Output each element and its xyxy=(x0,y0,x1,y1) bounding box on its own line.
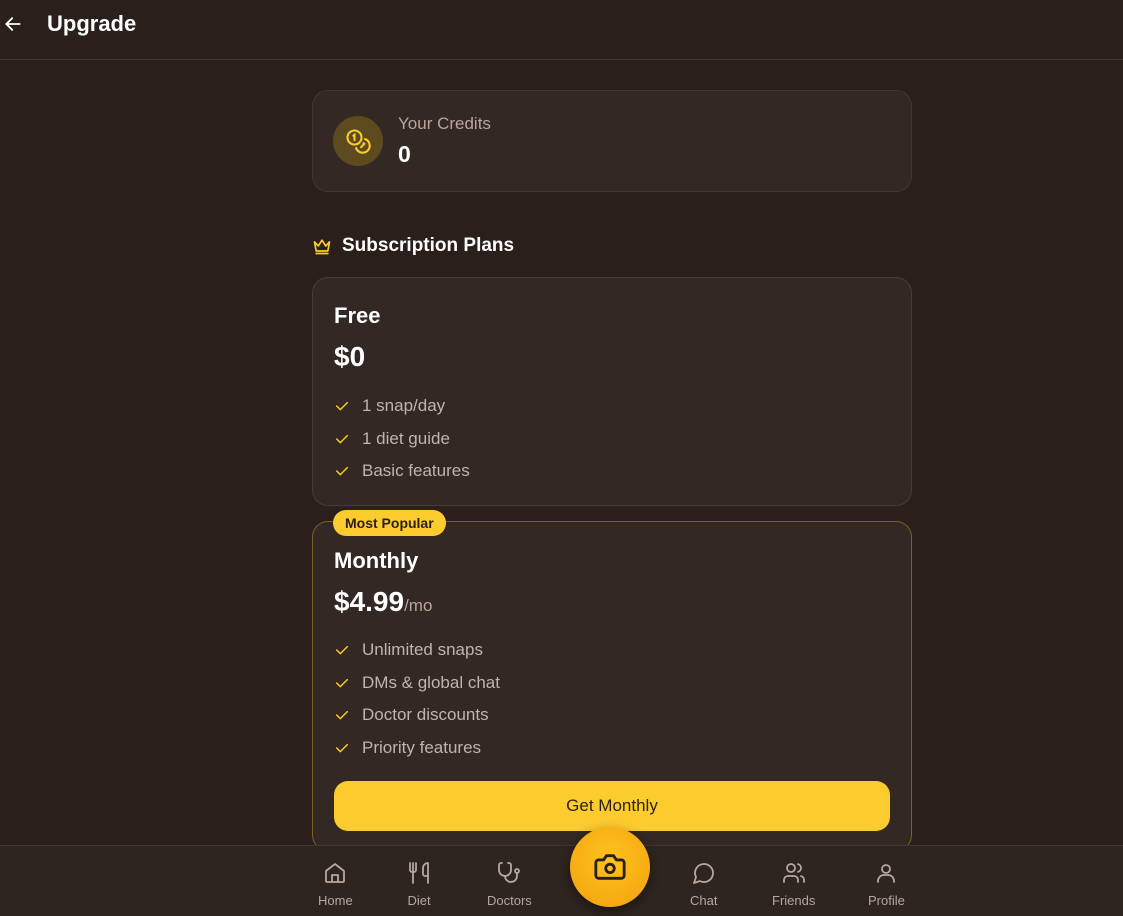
home-icon xyxy=(325,863,346,883)
feature-list: Unlimited snaps DMs & global chat Doctor… xyxy=(334,634,500,764)
plan-name: Monthly xyxy=(334,548,419,573)
crown-icon xyxy=(313,239,331,255)
check-icon xyxy=(334,707,362,723)
section-title: Subscription Plans xyxy=(342,235,515,256)
credits-value: 0 xyxy=(398,141,411,167)
list-item: 1 snap/day xyxy=(334,390,470,423)
nav-label: Home xyxy=(318,893,353,908)
list-item: 1 diet guide xyxy=(334,423,470,456)
coins-icon xyxy=(333,116,383,166)
feature-text: DMs & global chat xyxy=(362,672,500,692)
feature-text: 1 diet guide xyxy=(362,428,450,448)
list-item: DMs & global chat xyxy=(334,667,500,700)
check-icon xyxy=(334,740,362,756)
price-amount: $4.99 xyxy=(334,586,405,617)
nav-item-friends[interactable]: Friends xyxy=(772,861,815,908)
price-period: /mo xyxy=(404,596,433,615)
nav-item-chat[interactable]: Chat xyxy=(690,861,717,908)
plan-card-free: Free $0 1 snap/day 1 diet guide Basic fe… xyxy=(312,277,912,506)
price-amount: $0 xyxy=(334,341,366,372)
feature-list: 1 snap/day 1 diet guide Basic features xyxy=(334,390,470,488)
plan-price: $4.99/mo xyxy=(334,586,432,618)
plan-price: $0 xyxy=(334,341,365,373)
list-item: Unlimited snaps xyxy=(334,634,500,667)
top-bar: Upgrade xyxy=(0,0,1123,60)
nav-label: Friends xyxy=(772,893,816,908)
arrow-left-icon xyxy=(5,17,21,31)
back-button[interactable] xyxy=(2,12,24,36)
user-icon xyxy=(877,864,896,883)
feature-text: Basic features xyxy=(362,461,470,481)
nav-item-doctors[interactable]: Doctors xyxy=(487,861,532,908)
nav-label: Doctors xyxy=(487,893,532,908)
camera-icon xyxy=(594,854,626,880)
feature-text: Doctor discounts xyxy=(362,705,489,725)
credits-card: Your Credits 0 xyxy=(312,90,912,192)
users-icon xyxy=(782,863,805,883)
subscription-plans-header: Subscription Plans xyxy=(312,235,514,257)
chat-bubble-icon xyxy=(692,863,714,884)
nav-label: Chat xyxy=(690,893,718,908)
stethoscope-icon xyxy=(498,862,521,883)
check-icon xyxy=(334,431,362,447)
nav-item-profile[interactable]: Profile xyxy=(868,861,905,908)
utensils-icon xyxy=(409,862,429,884)
check-icon xyxy=(334,398,362,414)
list-item: Priority features xyxy=(334,732,500,765)
check-icon xyxy=(334,463,362,479)
list-item: Basic features xyxy=(334,455,470,488)
check-icon xyxy=(334,675,362,691)
check-icon xyxy=(334,642,362,658)
feature-text: Priority features xyxy=(362,737,482,757)
page-title: Upgrade xyxy=(47,11,137,36)
feature-text: 1 snap/day xyxy=(362,396,446,416)
credits-label: Your Credits xyxy=(398,114,491,133)
plan-name: Free xyxy=(334,303,381,328)
list-item: Doctor discounts xyxy=(334,699,500,732)
nav-item-home[interactable]: Home xyxy=(318,861,353,908)
nav-label: Diet xyxy=(407,893,431,908)
bottom-nav: Home Diet Doctors Chat Friends Profile xyxy=(0,845,1123,916)
nav-item-diet[interactable]: Diet xyxy=(407,861,431,908)
feature-text: Unlimited snaps xyxy=(362,640,483,660)
most-popular-badge: Most Popular xyxy=(333,510,446,536)
nav-label: Profile xyxy=(868,893,905,908)
camera-button[interactable] xyxy=(570,827,650,907)
get-monthly-button[interactable]: Get Monthly xyxy=(334,781,890,831)
